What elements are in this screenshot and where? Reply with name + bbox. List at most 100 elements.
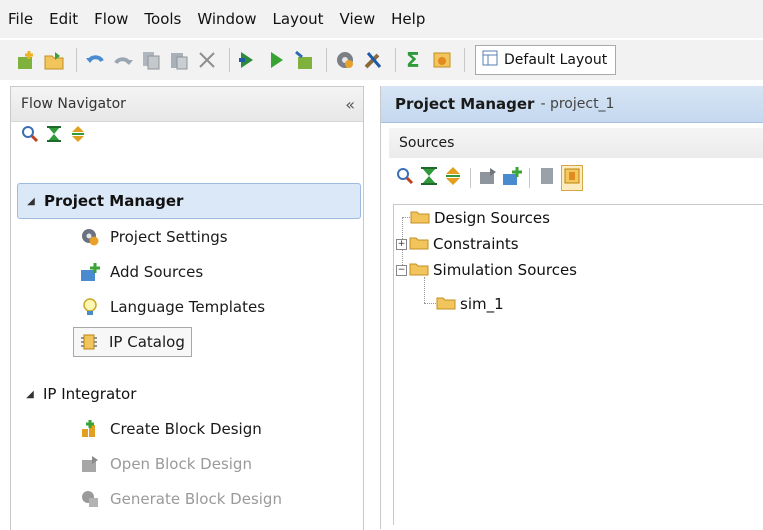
collapse-toggle[interactable]: − [396, 264, 407, 276]
new-project-icon[interactable] [14, 48, 38, 72]
settings-icon[interactable] [333, 48, 357, 72]
collapse-all-icon[interactable] [419, 166, 439, 190]
gear-icon [79, 226, 101, 248]
ip-catalog-focus-box[interactable]: IP Catalog [73, 326, 192, 357]
search-icon[interactable] [21, 125, 39, 147]
tree-node-label: sim_1 [460, 295, 504, 313]
tree-node-design-sources[interactable]: Design Sources [410, 205, 550, 231]
section-label: Project Manager [44, 192, 184, 210]
menu-view[interactable]: View [332, 10, 384, 28]
toolbar-separator [229, 48, 230, 72]
flow-navigator-title: Flow Navigator [21, 96, 126, 112]
toolbar-separator [326, 48, 327, 72]
toolbar-separator [464, 48, 465, 72]
expand-toggle[interactable]: + [396, 238, 407, 250]
folder-icon [410, 208, 430, 228]
chip-icon [78, 331, 100, 353]
layout-icon[interactable] [430, 48, 454, 72]
open-hardware-icon[interactable] [292, 48, 316, 72]
project-manager-header: Project Manager - project_1 [381, 86, 763, 123]
nav-item-label: Add Sources [110, 262, 204, 281]
nav-item-add-sources[interactable]: Add Sources [17, 254, 361, 289]
main-toolbar: Σ Default Layout [0, 40, 763, 80]
nav-item-label: Language Templates [110, 297, 266, 316]
document-icon[interactable] [537, 166, 557, 190]
undo-icon[interactable] [83, 48, 107, 72]
menu-bar: File Edit Flow Tools Window Layout View … [0, 0, 763, 38]
collapse-triangle-icon[interactable]: ◢ [18, 196, 44, 207]
section-project-manager: ◢ Project Manager Project Settings Add S… [17, 183, 361, 359]
project-manager-panel: Project Manager - project_1 Sources Desi… [380, 86, 763, 529]
expand-all-icon[interactable] [443, 166, 463, 190]
menu-file[interactable]: File [0, 10, 41, 28]
tools-icon[interactable] [361, 48, 385, 72]
nav-item-label: Open Block Design [110, 454, 252, 473]
redo-icon[interactable] [111, 48, 135, 72]
tree-node-label: Design Sources [434, 209, 550, 227]
project-manager-title: Project Manager [395, 95, 535, 113]
collapse-panel-button[interactable]: « [345, 95, 355, 114]
search-icon[interactable] [395, 166, 415, 190]
show-hierarchy-button[interactable] [561, 165, 583, 191]
tree-node-label: Simulation Sources [433, 261, 578, 279]
menu-edit[interactable]: Edit [41, 10, 86, 28]
menu-layout[interactable]: Layout [265, 10, 332, 28]
nav-item-ip-catalog[interactable]: IP Catalog [17, 324, 361, 359]
generate-block-icon [79, 488, 101, 510]
toolbar-separator [395, 48, 396, 72]
section-header-ip-integrator[interactable]: ◢ IP Integrator [17, 377, 361, 411]
add-sources-icon [79, 261, 101, 283]
collapse-triangle-icon[interactable]: ◢ [17, 389, 43, 400]
run-behavioral-icon[interactable] [236, 48, 260, 72]
sources-tab[interactable]: Sources [389, 128, 763, 158]
folder-icon [409, 234, 429, 254]
section-header-project-manager[interactable]: ◢ Project Manager [17, 183, 361, 219]
open-project-icon[interactable] [42, 48, 66, 72]
section-label: IP Integrator [43, 385, 137, 403]
layout-select[interactable]: Default Layout [475, 45, 617, 75]
expand-all-icon[interactable] [69, 125, 87, 147]
toolbar-separator [76, 48, 77, 72]
menu-tools[interactable]: Tools [136, 10, 189, 28]
run-icon[interactable] [264, 48, 288, 72]
project-name-value: project_1 [549, 96, 615, 112]
toolbar-separator [470, 168, 471, 188]
copy-icon[interactable] [139, 48, 163, 72]
folder-icon [436, 294, 456, 314]
tree-node-constraints[interactable]: + Constraints [396, 231, 519, 257]
menu-flow[interactable]: Flow [86, 10, 136, 28]
open-block-icon [79, 453, 101, 475]
sigma-report-icon[interactable]: Σ [402, 48, 426, 72]
lightbulb-icon [79, 296, 101, 318]
nav-item-open-block-design[interactable]: Open Block Design [17, 446, 361, 481]
sources-tree: Design Sources + Constraints − Simulatio… [393, 204, 763, 525]
svg-text:Σ: Σ [406, 49, 420, 71]
nav-item-label: Create Block Design [110, 419, 262, 438]
nav-item-label: IP Catalog [109, 332, 185, 351]
collapse-all-icon[interactable] [45, 125, 63, 147]
tree-node-label: Constraints [433, 235, 519, 253]
create-block-icon [79, 418, 101, 440]
nav-item-label: Generate Block Design [110, 489, 282, 508]
nav-item-project-settings[interactable]: Project Settings [17, 219, 361, 254]
tree-node-simulation-sources[interactable]: − Simulation Sources [396, 257, 577, 283]
toolbar-separator [529, 168, 530, 188]
properties-icon[interactable] [478, 166, 498, 190]
layout-select-value: Default Layout [504, 52, 608, 68]
folder-icon [409, 260, 429, 280]
delete-icon[interactable] [195, 48, 219, 72]
menu-help[interactable]: Help [383, 10, 433, 28]
nav-item-create-block-design[interactable]: Create Block Design [17, 411, 361, 446]
add-sources-icon[interactable] [502, 166, 522, 190]
sources-label: Sources [399, 135, 455, 151]
menu-window[interactable]: Window [189, 10, 264, 28]
section-ip-integrator: ◢ IP Integrator Create Block Design Open… [17, 377, 361, 516]
nav-item-language-templates[interactable]: Language Templates [17, 289, 361, 324]
paste-icon[interactable] [167, 48, 191, 72]
nav-item-generate-block-design[interactable]: Generate Block Design [17, 481, 361, 516]
layout-grid-icon [482, 50, 498, 70]
flow-navigator-panel: Flow Navigator « ◢ Project Manager Proje… [10, 86, 364, 530]
sources-toolbar [395, 164, 583, 192]
tree-node-sim-1[interactable]: sim_1 [436, 291, 504, 317]
flow-navigator-header: Flow Navigator « [11, 87, 363, 122]
